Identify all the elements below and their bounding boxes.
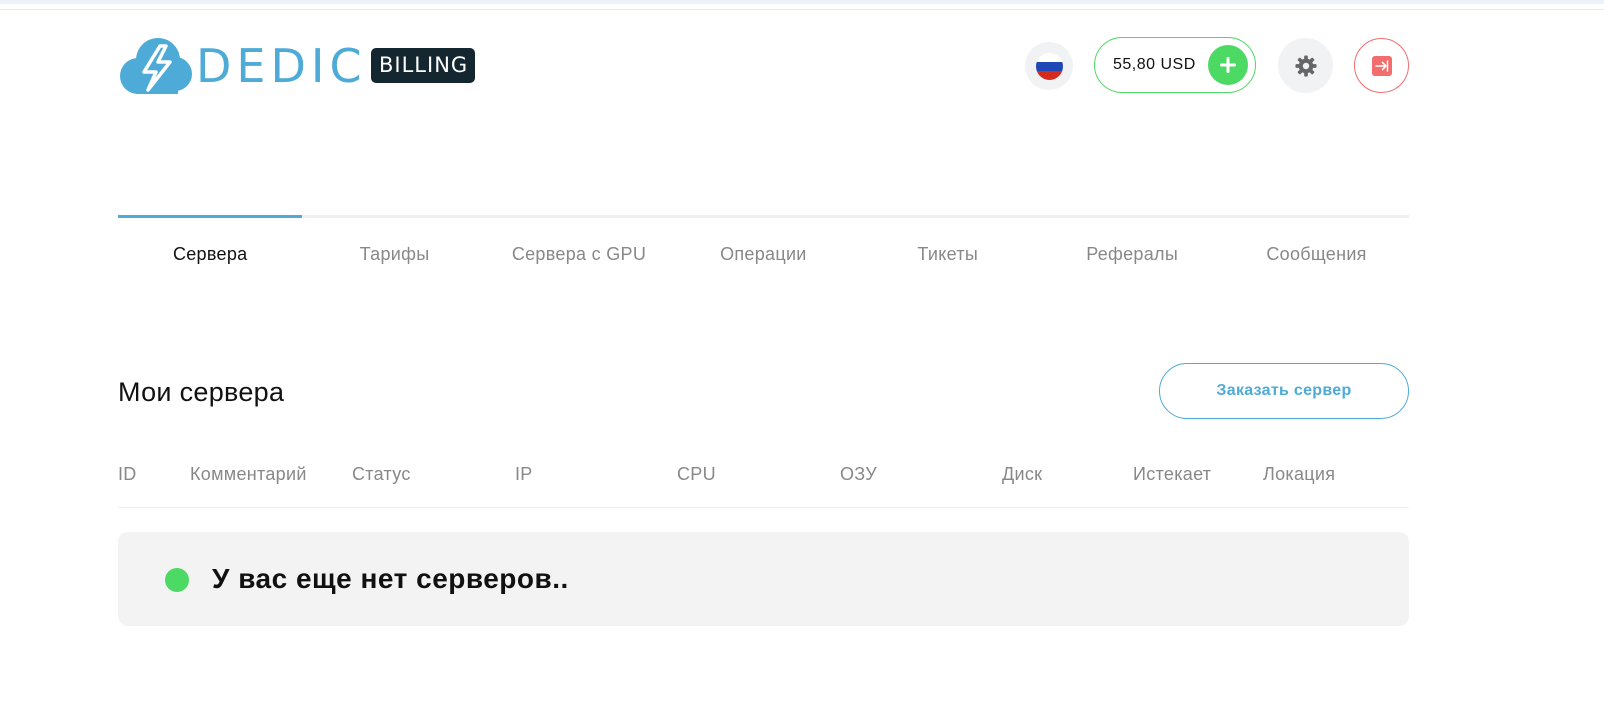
column-header-cpu[interactable]: CPU — [677, 460, 716, 488]
column-header-disk[interactable]: Диск — [1002, 460, 1042, 488]
tab-tariffs[interactable]: Тарифы — [302, 238, 486, 270]
lightning-cloud-icon — [120, 38, 192, 94]
order-server-button[interactable]: Заказать сервер — [1159, 363, 1409, 419]
table-divider — [118, 507, 1409, 508]
status-dot-icon — [165, 568, 189, 592]
column-header-ip[interactable]: IP — [515, 460, 533, 488]
table-header: ID Комментарий Статус IP CPU ОЗУ Диск Ис… — [118, 460, 1409, 488]
plus-icon — [1220, 57, 1236, 73]
tab-tickets[interactable]: Тикеты — [856, 238, 1040, 270]
balance-amount: 55,80 USD — [1113, 56, 1196, 73]
column-header-ram[interactable]: ОЗУ — [840, 460, 877, 488]
empty-state: У вас еще нет серверов.. — [118, 532, 1409, 626]
russia-flag-icon — [1035, 52, 1063, 80]
settings-button[interactable] — [1278, 38, 1333, 93]
top-divider — [0, 9, 1604, 10]
column-header-status[interactable]: Статус — [352, 460, 411, 488]
gear-icon — [1294, 54, 1317, 77]
logo[interactable]: DEDIC — [118, 36, 367, 96]
language-button[interactable] — [1025, 42, 1073, 90]
billing-badge: BILLING — [371, 48, 475, 83]
column-header-id[interactable]: ID — [118, 460, 137, 488]
tab-operations[interactable]: Операции — [671, 238, 855, 270]
tab-referrals[interactable]: Рефералы — [1040, 238, 1224, 270]
tab-bar: Сервера Тарифы Сервера с GPU Операции Ти… — [118, 238, 1409, 270]
column-header-comment[interactable]: Комментарий — [190, 460, 307, 488]
topup-button[interactable] — [1208, 45, 1248, 85]
tab-servers[interactable]: Сервера — [118, 238, 302, 270]
column-header-expires[interactable]: Истекает — [1133, 460, 1211, 488]
logout-button[interactable] — [1354, 38, 1409, 93]
browser-top-strip — [0, 0, 1604, 4]
balance-widget[interactable]: 55,80 USD — [1094, 37, 1256, 93]
empty-state-message: У вас еще нет серверов.. — [212, 563, 569, 594]
logo-text: DEDIC — [196, 39, 367, 93]
page-title: Мои сервера — [118, 377, 285, 407]
tab-gpu-servers[interactable]: Сервера с GPU — [487, 238, 671, 270]
tabs-underline — [118, 215, 1409, 218]
active-tab-indicator — [118, 215, 302, 218]
column-header-location[interactable]: Локация — [1263, 460, 1335, 488]
tab-messages[interactable]: Сообщения — [1224, 238, 1408, 270]
logout-icon — [1371, 55, 1392, 76]
